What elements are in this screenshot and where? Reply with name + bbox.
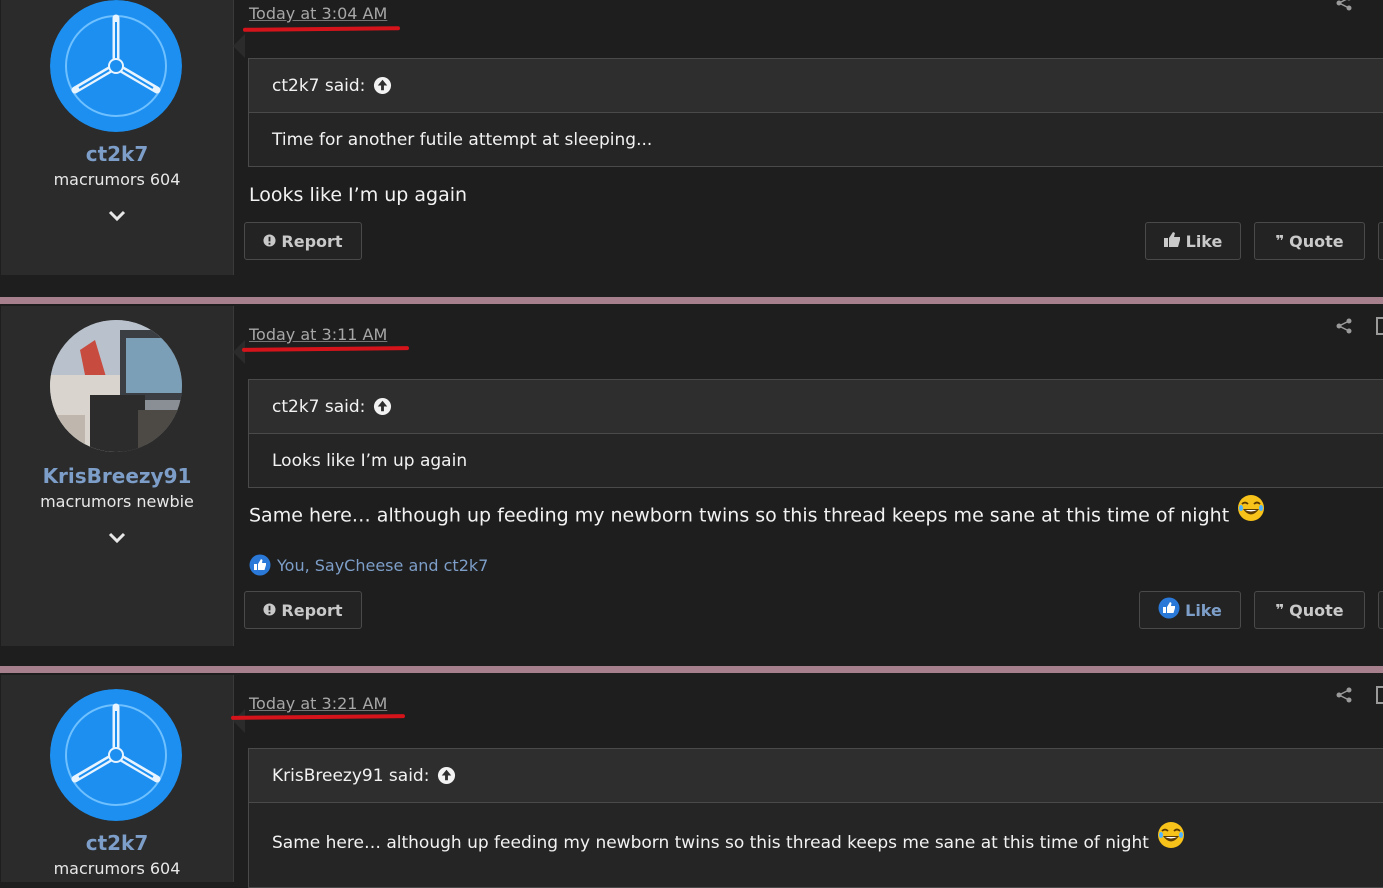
quote-button[interactable]: ❞ Quote bbox=[1254, 591, 1365, 629]
post-2: KrisBreezy91 macrumors newbie Today at 3… bbox=[0, 304, 1383, 666]
quote-label: Quote bbox=[1289, 600, 1344, 620]
avatar[interactable] bbox=[50, 320, 182, 452]
share-icon[interactable] bbox=[1335, 0, 1353, 12]
username[interactable]: ct2k7 bbox=[1, 142, 233, 166]
laughing-emoji bbox=[1157, 822, 1184, 848]
post-message: Looks like I’m up again bbox=[249, 184, 468, 206]
report-icon bbox=[263, 601, 276, 620]
quote-label: Quote bbox=[1289, 231, 1344, 251]
reactions-summary[interactable]: You, SayCheese and ct2k7 bbox=[249, 554, 488, 576]
quote-header[interactable]: KrisBreezy91 said: bbox=[249, 749, 1383, 803]
post-timestamp[interactable]: Today at 3:04 AM bbox=[249, 4, 387, 23]
quote-block: KrisBreezy91 said: Same here… although u… bbox=[248, 748, 1383, 888]
annotation-underline bbox=[242, 26, 401, 32]
quote-button[interactable]: ❞ Quote bbox=[1254, 222, 1365, 260]
report-icon bbox=[263, 232, 276, 251]
annotation-underline bbox=[241, 346, 410, 352]
avatar[interactable] bbox=[50, 0, 182, 132]
post-separator bbox=[0, 666, 1383, 673]
arrow-up-circle-icon[interactable] bbox=[373, 76, 392, 95]
report-button[interactable]: Report bbox=[244, 591, 362, 629]
report-label: Report bbox=[281, 231, 343, 251]
username[interactable]: ct2k7 bbox=[1, 831, 233, 855]
avatar[interactable] bbox=[50, 689, 182, 821]
username[interactable]: KrisBreezy91 bbox=[1, 464, 233, 488]
like-label: Like bbox=[1185, 231, 1223, 251]
post-message: Same here… although up feeding my newbor… bbox=[249, 495, 1265, 530]
quote-text: Time for another futile attempt at sleep… bbox=[272, 129, 653, 150]
quote-icon: ❞ bbox=[1275, 601, 1285, 619]
user-sidebar: KrisBreezy91 macrumors newbie bbox=[1, 306, 245, 646]
quote-block: ct2k7 said: Time for another futile atte… bbox=[248, 58, 1383, 167]
like-button[interactable]: Like bbox=[1145, 222, 1241, 260]
quote-author[interactable]: KrisBreezy91 said: bbox=[272, 766, 429, 786]
report-button[interactable]: Report bbox=[244, 222, 362, 260]
like-reaction-icon bbox=[1158, 597, 1180, 623]
post-1: ct2k7 macrumors 604 Today at 3:04 AM ct2… bbox=[0, 0, 1383, 297]
user-title: macrumors 604 bbox=[53, 859, 181, 878]
reactions-text[interactable]: You, SayCheese and ct2k7 bbox=[277, 556, 488, 575]
testflight-logo-icon bbox=[50, 689, 182, 821]
like-label: Like bbox=[1185, 600, 1222, 620]
share-icon[interactable] bbox=[1335, 317, 1353, 335]
like-button[interactable]: Like bbox=[1139, 591, 1241, 629]
post-3: ct2k7 macrumors 604 Today at 3:21 AM Kri… bbox=[0, 673, 1383, 888]
chevron-down-icon[interactable] bbox=[107, 209, 127, 223]
quote-header[interactable]: ct2k7 said: bbox=[249, 380, 1383, 434]
user-title: macrumors 604 bbox=[53, 170, 181, 189]
testflight-logo-icon bbox=[50, 0, 182, 132]
like-icon bbox=[1163, 231, 1181, 251]
quote-icon: ❞ bbox=[1275, 232, 1285, 250]
quote-text: Looks like I’m up again bbox=[272, 450, 468, 471]
user-photo bbox=[50, 320, 182, 452]
post-timestamp[interactable]: Today at 3:21 AM bbox=[249, 694, 387, 713]
quote-text: Same here… although up feeding my newbor… bbox=[272, 833, 1149, 853]
annotation-underline bbox=[230, 714, 406, 720]
user-sidebar: ct2k7 macrumors 604 bbox=[1, 0, 245, 275]
user-title: macrumors newbie bbox=[40, 492, 194, 511]
user-sidebar: ct2k7 macrumors 604 bbox=[1, 675, 245, 882]
share-icon[interactable] bbox=[1335, 686, 1353, 704]
quote-block: ct2k7 said: Looks like I’m up again bbox=[248, 379, 1383, 488]
quote-header[interactable]: ct2k7 said: bbox=[249, 59, 1383, 113]
chevron-down-icon[interactable] bbox=[107, 531, 127, 545]
arrow-up-circle-icon[interactable] bbox=[437, 766, 456, 785]
quote-author[interactable]: ct2k7 said: bbox=[272, 397, 365, 417]
bookmark-icon[interactable] bbox=[1376, 686, 1383, 704]
more-button[interactable] bbox=[1378, 591, 1383, 629]
quote-text-row: Same here… although up feeding my newbor… bbox=[249, 803, 1383, 883]
more-button[interactable] bbox=[1378, 222, 1383, 260]
post-timestamp[interactable]: Today at 3:11 AM bbox=[249, 325, 387, 344]
post-message-text: Same here… although up feeding my newbor… bbox=[249, 504, 1230, 527]
quote-author[interactable]: ct2k7 said: bbox=[272, 76, 365, 96]
arrow-up-circle-icon[interactable] bbox=[373, 397, 392, 416]
like-reaction-icon bbox=[249, 554, 271, 576]
post-separator bbox=[0, 297, 1383, 304]
bookmark-icon[interactable] bbox=[1376, 317, 1383, 335]
laughing-emoji bbox=[1238, 495, 1265, 521]
report-label: Report bbox=[281, 600, 343, 620]
